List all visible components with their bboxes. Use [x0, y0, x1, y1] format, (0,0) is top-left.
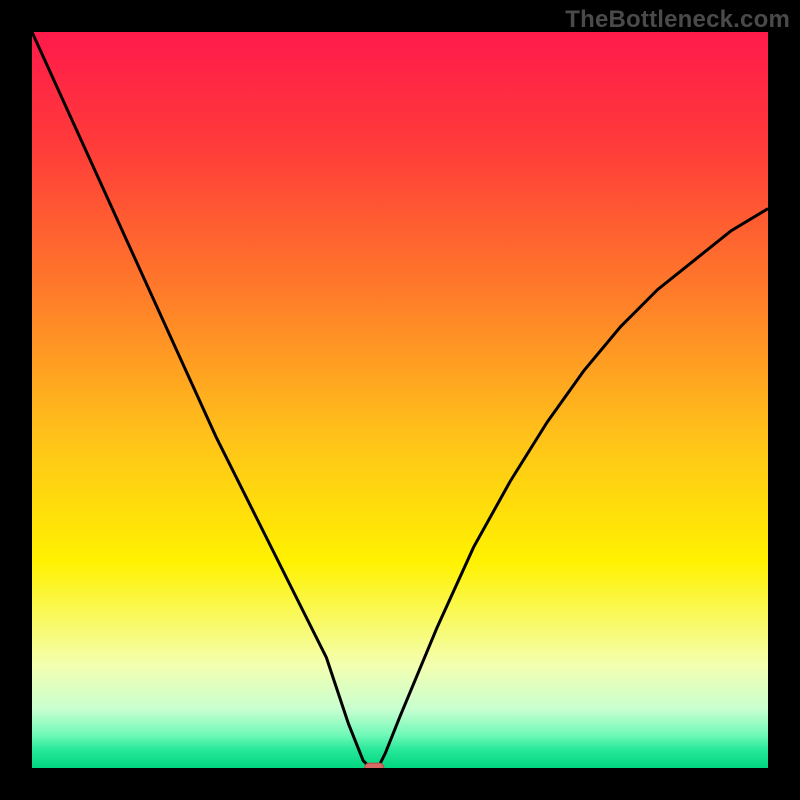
watermark-text: TheBottleneck.com	[565, 6, 790, 34]
gradient-background	[32, 32, 768, 768]
bottleneck-chart	[32, 32, 768, 768]
optimal-marker	[365, 763, 384, 768]
chart-frame: TheBottleneck.com	[0, 0, 800, 800]
